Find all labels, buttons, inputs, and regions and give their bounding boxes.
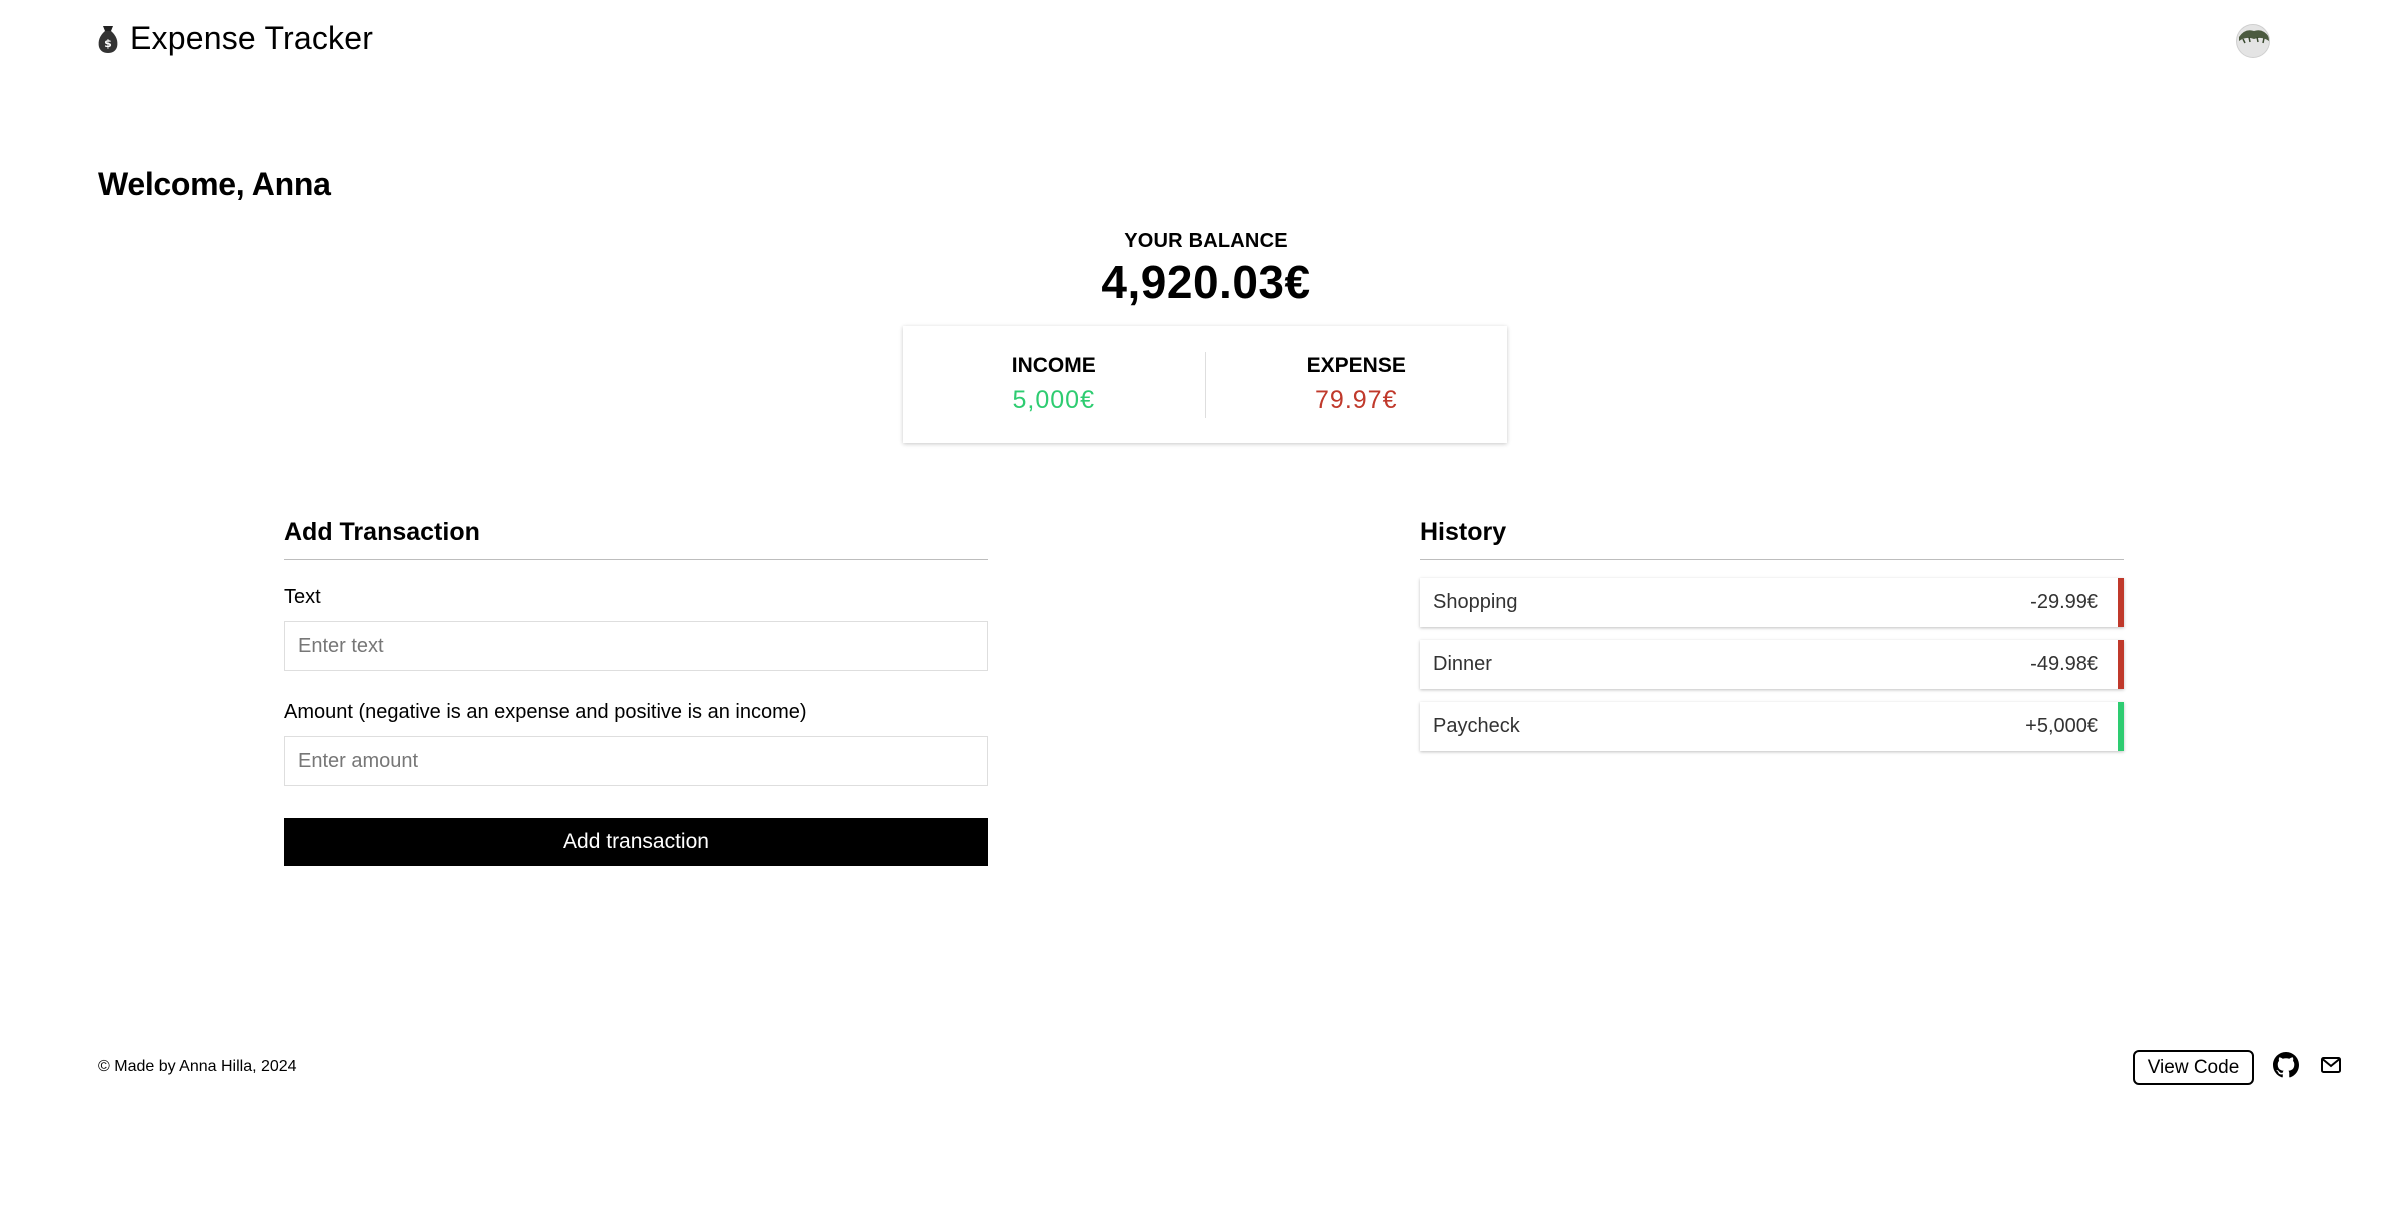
money-bag-icon: $ [98, 25, 118, 53]
balance-block: YOUR BALANCE 4,920.03€ [0, 230, 2390, 309]
history-title: History [1420, 518, 2124, 560]
add-transaction-button[interactable]: Add transaction [284, 818, 988, 866]
history-item[interactable]: Shopping -29.99€ [1420, 578, 2124, 627]
history-item-text: Paycheck [1433, 715, 1520, 737]
history-item-amount: -49.98€ [2030, 653, 2098, 675]
amount-input[interactable] [284, 736, 988, 786]
history-item-amount: -29.99€ [2030, 591, 2098, 613]
github-icon[interactable] [2273, 1052, 2299, 1078]
expense-tracker-page: $ Expense Tracker Welcome, Anna YOUR BAL… [0, 0, 2390, 1229]
amount-field-label: Amount (negative is an expense and posit… [284, 701, 807, 723]
income-expense-card: INCOME 5,000€ EXPENSE 79.97€ [903, 326, 1507, 443]
history-section: History Shopping -29.99€ Dinner -49.98€ … [1420, 518, 2124, 764]
text-field-label: Text [284, 586, 321, 608]
history-list: Shopping -29.99€ Dinner -49.98€ Paycheck… [1420, 578, 2124, 751]
history-item-amount: +5,000€ [2025, 715, 2098, 737]
app-title: Expense Tracker [130, 20, 374, 56]
add-transaction-section: Add Transaction Text Amount (negative is… [284, 518, 988, 866]
avatar-plant-icon [2237, 25, 2269, 57]
expense-column: EXPENSE 79.97€ [1206, 354, 1508, 415]
svg-text:$: $ [104, 37, 112, 50]
expense-value: 79.97€ [1315, 386, 1398, 414]
balance-label: YOUR BALANCE [1124, 230, 1288, 252]
view-code-button[interactable]: View Code [2133, 1050, 2254, 1085]
mail-icon[interactable] [2320, 1055, 2342, 1075]
income-value: 5,000€ [1012, 386, 1095, 414]
income-column: INCOME 5,000€ [903, 354, 1205, 415]
history-item[interactable]: Dinner -49.98€ [1420, 640, 2124, 689]
history-item[interactable]: Paycheck +5,000€ [1420, 702, 2124, 751]
footer-copyright: © Made by Anna Hilla, 2024 [98, 1058, 297, 1075]
welcome-heading: Welcome, Anna [98, 166, 331, 202]
text-input[interactable] [284, 621, 988, 671]
balance-value: 4,920.03€ [1101, 256, 1311, 308]
history-item-text: Dinner [1433, 653, 1492, 675]
history-item-text: Shopping [1433, 591, 1518, 613]
income-label: INCOME [1011, 354, 1096, 377]
user-avatar[interactable] [2236, 24, 2270, 58]
app-header: $ Expense Tracker [96, 20, 373, 57]
expense-label: EXPENSE [1306, 354, 1406, 377]
add-transaction-title: Add Transaction [284, 518, 988, 560]
